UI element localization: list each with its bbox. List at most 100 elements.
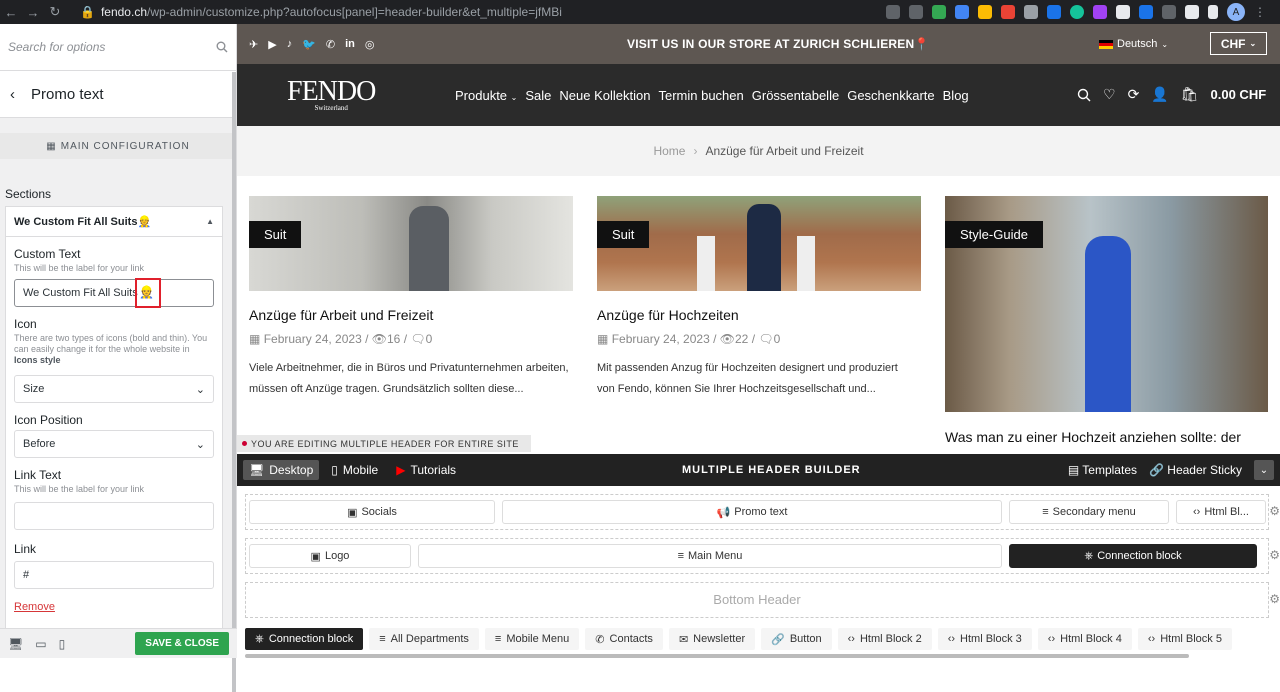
extension-icon[interactable] bbox=[1001, 5, 1015, 19]
extension-icon[interactable] bbox=[1047, 5, 1061, 19]
puzzle-icon[interactable] bbox=[1185, 5, 1199, 19]
youtube-icon[interactable]: ▶ bbox=[268, 38, 276, 51]
back-chevron-icon[interactable]: ‹ bbox=[10, 86, 15, 103]
site-logo[interactable]: FENDO Switzerland bbox=[287, 76, 376, 112]
extension-icon[interactable] bbox=[932, 5, 946, 19]
nav-geschenkkarte[interactable]: Geschenkkarte bbox=[847, 88, 934, 103]
cart-icon[interactable]: 🛍 bbox=[1181, 86, 1199, 103]
heart-icon[interactable]: ♡ bbox=[1103, 86, 1116, 103]
element-newsletter[interactable]: ✉ Newsletter bbox=[668, 628, 756, 650]
gear-icon[interactable]: ⚙ bbox=[1269, 504, 1280, 518]
element-html-block-3[interactable]: ‹› Html Block 3 bbox=[937, 628, 1032, 650]
post-category-tag[interactable]: Suit bbox=[597, 221, 650, 248]
post-image[interactable]: Style-Guide bbox=[945, 196, 1268, 412]
search-icon[interactable] bbox=[1077, 88, 1091, 102]
options-search[interactable]: Search for options bbox=[0, 24, 236, 71]
desktop-preview-icon[interactable]: 🖥 bbox=[8, 637, 23, 651]
post-title[interactable]: Anzüge für Hochzeiten bbox=[597, 307, 921, 323]
cart-total[interactable]: 0.00 CHF bbox=[1211, 87, 1267, 102]
block-html[interactable]: ‹› Html Bl... bbox=[1176, 500, 1266, 524]
linkedin-icon[interactable]: in bbox=[345, 38, 355, 51]
extension-icon[interactable] bbox=[978, 5, 992, 19]
blog-post-card[interactable]: Suit Anzüge für Arbeit und Freizeit ▦ Fe… bbox=[249, 196, 573, 400]
breadcrumb-home[interactable]: Home bbox=[653, 144, 685, 158]
link-field[interactable]: # bbox=[14, 561, 214, 589]
icon-position-select[interactable]: Before ⌄ bbox=[14, 430, 214, 458]
nav-produkte[interactable]: Produkte ⌄ bbox=[455, 88, 517, 103]
templates-button[interactable]: ▤ Templates bbox=[1068, 463, 1137, 477]
promo-text[interactable]: VISIT US IN OUR STORE AT ZURICH SCHLIERE… bbox=[627, 37, 930, 51]
element-button[interactable]: 🔗 Button bbox=[761, 628, 832, 650]
extension-icon[interactable] bbox=[1024, 5, 1038, 19]
extension-icon[interactable] bbox=[1162, 5, 1176, 19]
sidebar-scrollbar[interactable] bbox=[232, 72, 236, 692]
sidebar-icon[interactable] bbox=[1208, 5, 1218, 19]
telegram-icon[interactable]: ✈ bbox=[249, 38, 258, 51]
address-bar[interactable]: 🔒 fendo.ch/wp-admin/customize.php?autofo… bbox=[80, 5, 562, 19]
nav-sale[interactable]: Sale bbox=[525, 88, 551, 103]
block-logo[interactable]: ▣ Logo bbox=[249, 544, 411, 568]
post-category-tag[interactable]: Suit bbox=[249, 221, 302, 248]
nav-termin-buchen[interactable]: Termin buchen bbox=[658, 88, 743, 103]
element-contacts[interactable]: ✆ Contacts bbox=[585, 628, 663, 650]
icon-size-select[interactable]: Size ⌄ bbox=[14, 375, 214, 403]
extension-icon[interactable] bbox=[955, 5, 969, 19]
share-icon[interactable] bbox=[886, 5, 900, 19]
tiktok-icon[interactable]: ♪ bbox=[287, 38, 293, 51]
nav-neue-kollektion[interactable]: Neue Kollektion bbox=[559, 88, 650, 103]
main-configuration-button[interactable]: ▦ MAIN CONFIGURATION bbox=[0, 133, 236, 159]
header-sticky-button[interactable]: 🔗 Header Sticky bbox=[1149, 463, 1242, 477]
collapse-arrow-icon[interactable]: ▲ bbox=[206, 217, 214, 226]
block-main-menu[interactable]: ≡ Main Menu bbox=[418, 544, 1002, 568]
elements-scrollbar[interactable] bbox=[245, 654, 1189, 658]
post-title[interactable]: Was man zu einer Hochzeit anziehen sollt… bbox=[945, 429, 1268, 445]
more-menu-icon[interactable]: ⋮ bbox=[1254, 5, 1266, 19]
tablet-preview-icon[interactable]: ▭ bbox=[35, 637, 46, 651]
star-icon[interactable] bbox=[909, 5, 923, 19]
search-input[interactable]: Search for options bbox=[8, 40, 105, 54]
section-accordion-header[interactable]: We Custom Fit All Suits👷 ▲ bbox=[6, 207, 222, 237]
language-switcher[interactable]: Deutsch ⌄ bbox=[1099, 38, 1168, 50]
forward-arrow-icon[interactable]: → bbox=[22, 5, 44, 20]
block-secondary-menu[interactable]: ≡ Secondary menu bbox=[1009, 500, 1169, 524]
link-text-field[interactable] bbox=[14, 502, 214, 530]
icons-style-link[interactable]: Icons style bbox=[14, 355, 61, 365]
custom-text-field[interactable]: We Custom Fit All Suits 👷 bbox=[14, 278, 214, 308]
element-all-departments[interactable]: ≡ All Departments bbox=[369, 628, 479, 650]
profile-avatar[interactable]: A bbox=[1227, 3, 1245, 21]
element-html-block-4[interactable]: ‹› Html Block 4 bbox=[1037, 628, 1132, 650]
element-connection-block[interactable]: ⎈ Connection block bbox=[245, 628, 364, 650]
gear-icon[interactable]: ⚙ bbox=[1269, 548, 1280, 562]
block-socials[interactable]: ▣ Socials bbox=[249, 500, 495, 524]
user-icon[interactable]: 👤 bbox=[1151, 86, 1168, 103]
whatsapp-icon[interactable]: ✆ bbox=[326, 38, 335, 51]
tab-tutorials[interactable]: ▶ Tutorials bbox=[390, 460, 462, 480]
blog-post-card[interactable]: Style-Guide Was man zu einer Hochzeit an… bbox=[945, 196, 1268, 445]
post-image[interactable]: Suit bbox=[249, 196, 573, 291]
block-connection[interactable]: ⎈ Connection block bbox=[1009, 544, 1257, 568]
post-category-tag[interactable]: Style-Guide bbox=[945, 221, 1043, 248]
currency-switcher[interactable]: CHF ⌄ bbox=[1210, 32, 1267, 55]
instagram-icon[interactable]: ◎ bbox=[365, 38, 375, 51]
reload-icon[interactable]: ↻ bbox=[44, 4, 66, 20]
extension-icon[interactable] bbox=[1139, 5, 1153, 19]
nav-blog[interactable]: Blog bbox=[943, 88, 969, 103]
element-html-block-5[interactable]: ‹› Html Block 5 bbox=[1137, 628, 1232, 650]
twitter-icon[interactable]: 🐦 bbox=[302, 38, 316, 51]
gear-icon[interactable]: ⚙ bbox=[1269, 592, 1280, 606]
back-arrow-icon[interactable]: ← bbox=[0, 5, 22, 20]
collapse-builder-button[interactable]: ⌄ bbox=[1254, 460, 1274, 480]
save-close-button[interactable]: SAVE & CLOSE bbox=[135, 632, 229, 655]
blog-post-card[interactable]: Suit Anzüge für Hochzeiten ▦ February 24… bbox=[597, 196, 921, 400]
grammarly-icon[interactable] bbox=[1070, 5, 1084, 19]
search-icon[interactable] bbox=[216, 41, 228, 53]
element-mobile-menu[interactable]: ≡ Mobile Menu bbox=[484, 628, 580, 650]
tab-desktop[interactable]: 🖥 Desktop bbox=[243, 460, 320, 480]
block-promo-text[interactable]: 📢 Promo text bbox=[502, 500, 1002, 524]
mobile-preview-icon[interactable]: ▯ bbox=[59, 637, 66, 651]
tab-mobile[interactable]: ▯ Mobile bbox=[325, 460, 384, 480]
nav-groessentabelle[interactable]: Grössentabelle bbox=[752, 88, 839, 103]
extension-icon[interactable] bbox=[1093, 5, 1107, 19]
post-image[interactable]: Suit bbox=[597, 196, 921, 291]
post-title[interactable]: Anzüge für Arbeit und Freizeit bbox=[249, 307, 573, 323]
